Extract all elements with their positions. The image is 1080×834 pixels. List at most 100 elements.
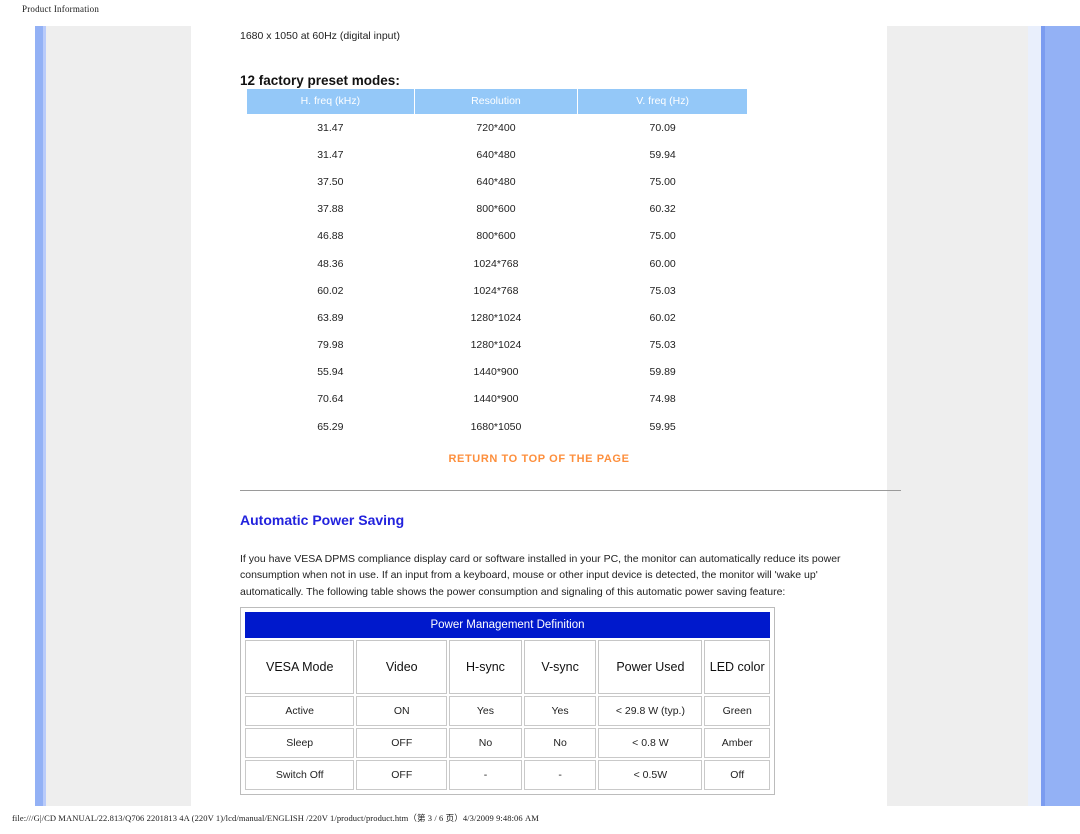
cell-hsync: No — [449, 728, 522, 758]
factory-preset-modes-table: H. freq (kHz) Resolution V. freq (Hz) 31… — [246, 89, 748, 440]
cell-vfreq: 59.94 — [649, 148, 676, 161]
cell-vfreq: 59.95 — [649, 420, 676, 433]
cell-resolution: 720*400 — [476, 121, 516, 134]
column-header-vesa-mode: VESA Mode — [245, 640, 355, 694]
cell-resolution: 1280*1024 — [470, 311, 522, 324]
cell-hsync: Yes — [449, 696, 522, 726]
cell-vfreq: 74.98 — [649, 393, 676, 406]
table-header-row: VESA Mode Video H-sync V-sync Power Used… — [245, 640, 770, 694]
cell-power-used: < 29.8 W (typ.) — [598, 696, 703, 726]
cell-resolution: 1024*768 — [473, 284, 519, 297]
cell-hfreq: 37.50 — [317, 175, 344, 188]
cell-hfreq: 46.88 — [317, 230, 344, 243]
table-row: Sleep OFF No No < 0.8 W Amber — [245, 728, 770, 758]
cell-resolution: 800*600 — [476, 203, 516, 216]
cell-vfreq: 75.00 — [649, 230, 676, 243]
display-mode-line: 1680 x 1050 at 60Hz (digital input) — [240, 30, 400, 42]
table-row: 79.98 1280*1024 75.03 — [247, 332, 747, 359]
cell-vesa-mode: Active — [245, 696, 355, 726]
cell-vfreq: 75.03 — [649, 339, 676, 352]
automatic-power-saving-heading: Automatic Power Saving — [240, 512, 405, 528]
table-row: 55.94 1440*900 59.89 — [247, 359, 747, 386]
cell-led-color: Green — [704, 696, 770, 726]
column-header-power-used: Power Used — [598, 640, 703, 694]
column-header-hsync: H-sync — [449, 640, 522, 694]
cell-video: OFF — [356, 728, 448, 758]
automatic-power-saving-paragraph: If you have VESA DPMS compliance display… — [240, 553, 841, 598]
right-gray-panel — [887, 26, 1028, 806]
cell-vfreq: 70.09 — [649, 121, 676, 134]
column-header-vsync: V-sync — [523, 640, 597, 694]
cell-vsync: Yes — [523, 696, 597, 726]
cell-vfreq: 59.89 — [649, 366, 676, 379]
cell-resolution: 640*480 — [476, 175, 516, 188]
cell-resolution: 1680*1050 — [470, 420, 522, 433]
cell-hfreq: 37.88 — [317, 203, 344, 216]
table-row: 48.36 1024*768 60.00 — [247, 250, 747, 277]
table-row: 31.47 720*400 70.09 — [247, 114, 747, 141]
table-title-row: Power Management Definition — [245, 612, 770, 638]
return-to-top-container: RETURN TO TOP OF THE PAGE — [191, 449, 887, 467]
cell-led-color: Amber — [704, 728, 770, 758]
column-header-vfreq: V. freq (Hz) — [578, 89, 747, 114]
column-header-hfreq: H. freq (kHz) — [247, 89, 414, 114]
cell-vesa-mode: Switch Off — [245, 760, 355, 790]
cell-resolution: 640*480 — [476, 148, 516, 161]
cell-video: OFF — [356, 760, 448, 790]
preset-modes-heading: 12 factory preset modes: — [240, 73, 400, 88]
left-gray-panel — [46, 26, 191, 806]
cell-hfreq: 70.64 — [317, 393, 344, 406]
cell-vsync: No — [523, 728, 597, 758]
table-row: 60.02 1024*768 75.03 — [247, 277, 747, 304]
cell-resolution: 1440*900 — [473, 366, 519, 379]
cell-hfreq: 55.94 — [317, 366, 344, 379]
section-divider — [240, 490, 901, 491]
power-management-table-wrapper: Power Management Definition VESA Mode Vi… — [240, 607, 775, 795]
left-blue-rail — [35, 26, 43, 806]
column-header-resolution: Resolution — [414, 89, 578, 114]
cell-vfreq: 60.32 — [649, 203, 676, 216]
cell-hfreq: 65.29 — [317, 420, 344, 433]
power-management-definition-table: Power Management Definition VESA Mode Vi… — [243, 610, 772, 792]
cell-resolution: 1440*900 — [473, 393, 519, 406]
column-header-video: Video — [356, 640, 448, 694]
cell-vfreq: 60.02 — [649, 311, 676, 324]
cell-power-used: < 0.8 W — [598, 728, 703, 758]
right-blue-rail — [1045, 26, 1080, 806]
cell-hfreq: 31.47 — [317, 148, 344, 161]
power-management-title: Power Management Definition — [245, 612, 770, 638]
cell-resolution: 1024*768 — [473, 257, 519, 270]
cell-vfreq: 75.00 — [649, 175, 676, 188]
cell-video: ON — [356, 696, 448, 726]
cell-hfreq: 60.02 — [317, 284, 344, 297]
table-row: 37.50 640*480 75.00 — [247, 168, 747, 195]
table-header-row: H. freq (kHz) Resolution V. freq (Hz) — [247, 89, 747, 114]
table-row: 65.29 1680*1050 59.95 — [247, 413, 747, 440]
right-light-rail — [1028, 26, 1041, 806]
cell-resolution: 800*600 — [476, 230, 516, 243]
cell-led-color: Off — [704, 760, 770, 790]
cell-vesa-mode: Sleep — [245, 728, 355, 758]
cell-hfreq: 63.89 — [317, 311, 344, 324]
cell-hfreq: 48.36 — [317, 257, 344, 270]
table-row: 37.88 800*600 60.32 — [247, 196, 747, 223]
cell-hsync: - — [449, 760, 522, 790]
cell-hfreq: 79.98 — [317, 339, 344, 352]
return-to-top-link[interactable]: RETURN TO TOP OF THE PAGE — [448, 453, 629, 465]
cell-power-used: < 0.5W — [598, 760, 703, 790]
cell-vfreq: 75.03 — [649, 284, 676, 297]
main-content: 1680 x 1050 at 60Hz (digital input) 12 f… — [191, 26, 901, 806]
cell-hfreq: 31.47 — [317, 121, 344, 134]
cell-vsync: - — [523, 760, 597, 790]
cell-resolution: 1280*1024 — [470, 339, 522, 352]
table-row: 46.88 800*600 75.00 — [247, 223, 747, 250]
column-header-led-color: LED color — [704, 640, 770, 694]
print-header-title: Product Information — [22, 4, 100, 14]
table-row: Active ON Yes Yes < 29.8 W (typ.) Green — [245, 696, 770, 726]
table-row: Switch Off OFF - - < 0.5W Off — [245, 760, 770, 790]
cell-vfreq: 60.00 — [649, 257, 676, 270]
table-row: 70.64 1440*900 74.98 — [247, 386, 747, 413]
table-row: 31.47 640*480 59.94 — [247, 141, 747, 168]
table-row: 63.89 1280*1024 60.02 — [247, 304, 747, 331]
print-footer-path: file:///G|/CD MANUAL/22.813/Q706 2201813… — [12, 813, 539, 823]
